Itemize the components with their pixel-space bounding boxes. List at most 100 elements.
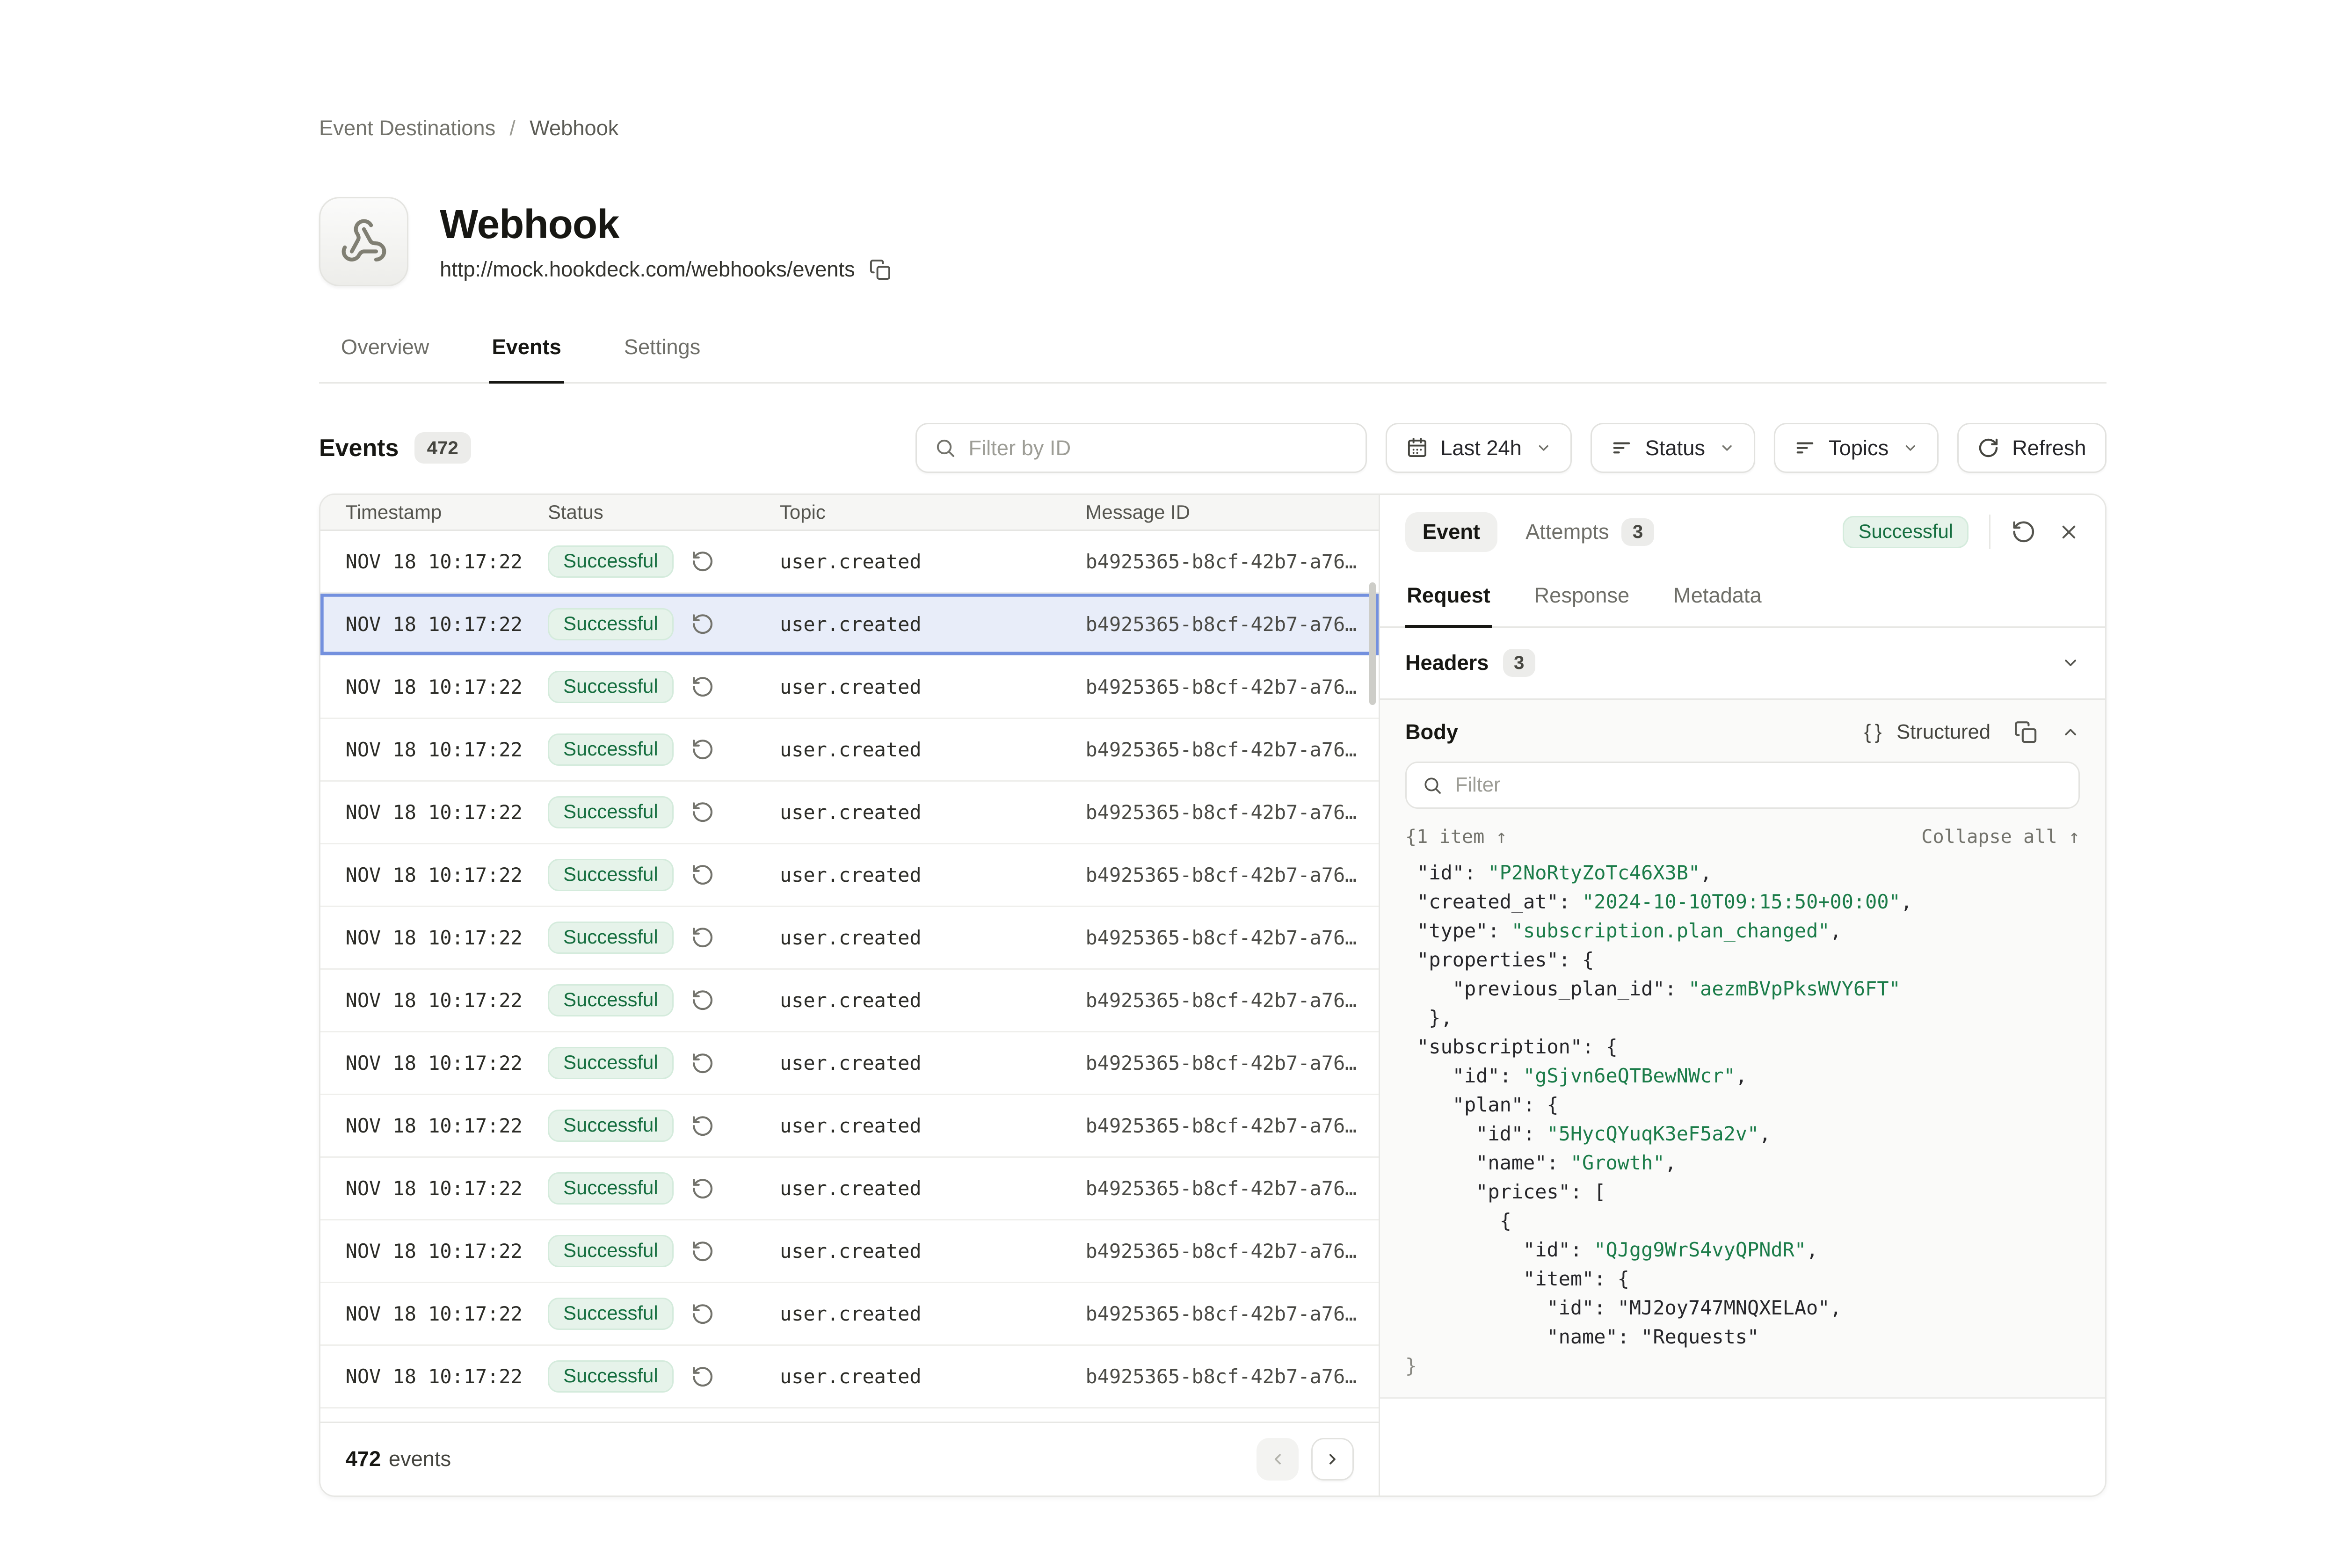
table-row[interactable]: NOV 18 10:17:22 Successful user.created … [320,1158,1379,1220]
row-topic: user.created [780,550,1086,573]
table-row[interactable]: NOV 18 10:17:22 Successful user.created … [320,1095,1379,1158]
prev-page-button[interactable] [1257,1438,1299,1480]
chevron-left-icon [1269,1451,1286,1468]
json-line: "plan": { [1405,1090,2080,1119]
row-topic: user.created [780,1302,1086,1325]
retry-icon[interactable] [691,1052,714,1075]
copy-body-button[interactable] [2014,720,2037,744]
retry-icon[interactable] [691,550,714,573]
json-line: "item": { [1405,1264,2080,1293]
breadcrumb-section[interactable]: Event Destinations [319,116,495,140]
retry-event-button[interactable] [2011,519,2036,544]
table-row[interactable]: NOV 18 10:17:22 Successful user.created … [320,1032,1379,1095]
refresh-button[interactable]: Refresh [1957,423,2107,473]
json-line: "id": "QJgg9WrS4vyQPNdR", [1405,1235,2080,1264]
copy-icon [2014,720,2037,744]
retry-icon[interactable] [691,1302,714,1326]
tab-metadata[interactable]: Metadata [1672,577,1763,628]
table-row[interactable]: NOV 18 10:17:22 Successful user.created … [320,719,1379,782]
row-timestamp: NOV 18 10:17:22 [320,613,548,636]
retry-icon[interactable] [691,1177,714,1200]
json-line: "previous_plan_id": "aezmBVpPksWVY6FT" [1405,974,2080,1003]
json-line: "name": "Growth", [1405,1148,2080,1177]
filter-by-id-input[interactable] [969,436,1349,460]
collapse-body-button[interactable] [2061,723,2080,741]
row-timestamp: NOV 18 10:17:22 [320,738,548,761]
table-row[interactable]: NOV 18 10:17:22 Successful user.created … [320,656,1379,719]
table-row[interactable]: NOV 18 10:17:22 Successful user.created … [320,1346,1379,1408]
topics-filter-button[interactable]: Topics [1774,423,1939,473]
table-row[interactable]: NOV 18 10:17:22 Successful user.created … [320,907,1379,970]
retry-icon[interactable] [691,926,714,949]
retry-icon[interactable] [691,675,714,698]
tab-overview[interactable]: Overview [338,328,432,384]
table-header-row: Timestamp Status Topic Message ID [320,495,1379,531]
row-message-id: b4925365-b8cf-42b7-a76… [1086,675,1379,698]
tab-event[interactable]: Event [1405,512,1497,552]
row-timestamp: NOV 18 10:17:22 [320,1114,548,1137]
retry-icon[interactable] [691,1240,714,1263]
items-open-indicator[interactable]: {1 item ↑ [1405,826,1507,848]
table-scrollbar[interactable] [1369,582,1375,704]
structured-toggle[interactable]: {} Structured [1864,721,1990,744]
retry-icon[interactable] [691,988,714,1012]
table-row[interactable]: NOV 18 10:17:22 Successful user.created … [320,1220,1379,1283]
row-message-id: b4925365-b8cf-42b7-a76… [1086,1240,1379,1263]
chevron-down-icon [1903,440,1918,456]
retry-icon[interactable] [691,612,714,636]
copy-url-button[interactable] [869,259,891,281]
row-topic: user.created [780,1240,1086,1263]
json-body: "id": "P2NoRtyZoTc46X3B", "created_at": … [1405,858,2080,1380]
retry-icon[interactable] [691,1365,714,1388]
table-row[interactable]: NOV 18 10:17:22 Successful user.created … [320,970,1379,1032]
row-message-id: b4925365-b8cf-42b7-a76… [1086,613,1379,636]
time-range-button[interactable]: Last 24h [1386,423,1571,473]
row-topic: user.created [780,801,1086,824]
retry-icon[interactable] [691,800,714,824]
col-topic: Topic [780,501,1086,523]
table-row[interactable]: NOV 18 10:17:22 Successful user.created … [320,1283,1379,1346]
table-row[interactable]: NOV 18 10:17:22 Successful user.created … [320,594,1379,656]
row-message-id: b4925365-b8cf-42b7-a76… [1086,1302,1379,1325]
json-line: "id": "gSjvn6eQTBewNWcr", [1405,1061,2080,1090]
body-section: Body {} Structured [1380,700,2105,1399]
panel-tabs: Request Response Metadata [1380,566,2105,627]
row-timestamp: NOV 18 10:17:22 [320,1240,548,1263]
row-topic: user.created [780,1365,1086,1388]
table-row[interactable]: NOV 18 10:17:22 Successful user.created … [320,531,1379,594]
refresh-icon [1977,437,1999,459]
row-topic: user.created [780,989,1086,1012]
structured-label: Structured [1896,721,1990,744]
chevron-up-icon [2061,723,2080,741]
time-range-label: Last 24h [1440,436,1522,460]
close-panel-button[interactable] [2058,521,2080,543]
retry-icon[interactable] [691,1114,714,1138]
row-timestamp: NOV 18 10:17:22 [320,989,548,1012]
headers-section-toggle[interactable]: Headers 3 [1380,628,2105,700]
body-filter-input[interactable] [1455,774,2063,797]
headers-label: Headers [1405,651,1489,675]
page: Event Destinations / Webhook Webhook htt… [0,0,2339,1568]
table-row[interactable]: NOV 18 10:17:22 Successful user.created … [320,844,1379,907]
retry-icon[interactable] [691,738,714,761]
tab-attempts[interactable]: Attempts 3 [1525,518,1654,546]
json-line: }, [1405,1003,2080,1032]
table-row[interactable]: NOV 18 10:17:22 Successful user.created … [320,782,1379,844]
row-message-id: b4925365-b8cf-42b7-a76… [1086,1177,1379,1200]
status-badge: Successful [548,608,674,640]
row-topic: user.created [780,1177,1086,1200]
table-row[interactable]: NOV 18 10:17:22 Successful user.created … [320,1408,1379,1422]
status-badge: Successful [548,1360,674,1393]
json-line: "type": "subscription.plan_changed", [1405,916,2080,945]
tab-settings[interactable]: Settings [621,328,704,384]
filter-by-id-field [915,423,1367,473]
footer-count-label: events [389,1447,451,1471]
tab-request[interactable]: Request [1405,577,1492,628]
tab-events[interactable]: Events [489,328,565,384]
retry-icon[interactable] [691,863,714,886]
next-page-button[interactable] [1311,1438,1353,1480]
status-filter-button[interactable]: Status [1591,423,1755,473]
row-timestamp: NOV 18 10:17:22 [320,864,548,886]
tab-response[interactable]: Response [1533,577,1631,628]
collapse-all-button[interactable]: Collapse all ↑ [1921,826,2080,848]
